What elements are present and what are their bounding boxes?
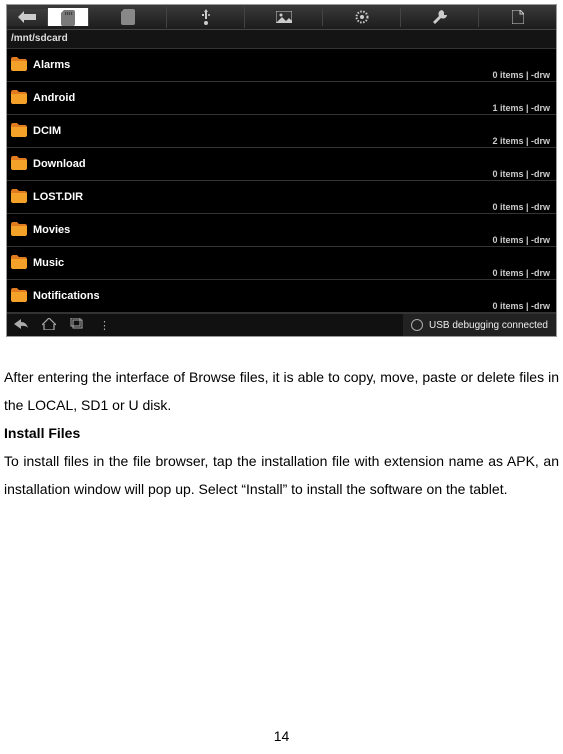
path-breadcrumb: /mnt/sdcard bbox=[7, 30, 556, 49]
system-navbar: ⋮ USB debugging connected bbox=[7, 313, 556, 336]
folder-row[interactable]: Music 0 items | -drw bbox=[7, 247, 556, 280]
folder-name: LOST.DIR bbox=[33, 191, 83, 203]
folder-icon bbox=[11, 255, 27, 272]
folder-meta: 1 items | -drw bbox=[492, 103, 550, 113]
folder-row[interactable]: Android 1 items | -drw bbox=[7, 82, 556, 115]
folder-row[interactable]: Download 0 items | -drw bbox=[7, 148, 556, 181]
folder-name: Alarms bbox=[33, 59, 70, 71]
wrench-icon[interactable] bbox=[401, 8, 479, 27]
folder-icon bbox=[11, 189, 27, 206]
folder-name: Android bbox=[33, 92, 75, 104]
folder-meta: 0 items | -drw bbox=[492, 268, 550, 278]
folder-icon bbox=[11, 156, 27, 173]
folder-row[interactable]: Notifications 0 items | -drw bbox=[7, 280, 556, 313]
folder-name: Music bbox=[33, 257, 64, 269]
folder-meta: 0 items | -drw bbox=[492, 235, 550, 245]
paragraph-1: After entering the interface of Browse f… bbox=[4, 363, 559, 419]
usb-status[interactable]: USB debugging connected bbox=[403, 314, 556, 336]
sysnav-menu-icon[interactable]: ⋮ bbox=[91, 319, 119, 332]
document-text: After entering the interface of Browse f… bbox=[0, 337, 563, 503]
sysnav-home-icon[interactable] bbox=[35, 318, 63, 333]
folder-meta: 0 items | -drw bbox=[492, 169, 550, 179]
back-button[interactable] bbox=[7, 9, 48, 26]
folder-icon bbox=[11, 90, 27, 107]
folder-meta: 0 items | -drw bbox=[492, 202, 550, 212]
folder-icon bbox=[11, 222, 27, 239]
folder-meta: 2 items | -drw bbox=[492, 136, 550, 146]
android-screenshot: /mnt/sdcard Alarms 0 items | -drw Android 1… bbox=[6, 4, 557, 337]
sd-card-icon[interactable] bbox=[48, 8, 89, 26]
usb-status-label: USB debugging connected bbox=[429, 320, 548, 331]
folder-name: Notifications bbox=[33, 290, 100, 302]
settings-gear-icon[interactable] bbox=[323, 8, 401, 27]
folder-row[interactable]: Alarms 0 items | -drw bbox=[7, 49, 556, 82]
folder-icon bbox=[11, 57, 27, 74]
folder-meta: 0 items | -drw bbox=[492, 301, 550, 311]
folder-row[interactable]: DCIM 2 items | -drw bbox=[7, 115, 556, 148]
image-icon[interactable] bbox=[245, 9, 323, 26]
document-icon[interactable] bbox=[479, 8, 556, 27]
sysnav-back-icon[interactable] bbox=[7, 319, 35, 332]
folder-name: Download bbox=[33, 158, 86, 170]
sysnav-recent-icon[interactable] bbox=[63, 318, 91, 333]
folder-name: Movies bbox=[33, 224, 70, 236]
folder-name: DCIM bbox=[33, 125, 61, 137]
folder-row[interactable]: LOST.DIR 0 items | -drw bbox=[7, 181, 556, 214]
usb-icon[interactable] bbox=[167, 7, 245, 28]
folder-icon bbox=[11, 288, 27, 305]
page-number: 14 bbox=[0, 728, 563, 744]
folder-icon bbox=[11, 123, 27, 140]
sd-card-icon-2[interactable] bbox=[89, 7, 167, 28]
paragraph-2: To install files in the file browser, ta… bbox=[4, 447, 559, 503]
file-list: Alarms 0 items | -drw Android 1 items | -dr… bbox=[7, 49, 556, 313]
heading-install-files: Install Files bbox=[4, 419, 559, 447]
toolbar bbox=[7, 5, 556, 30]
folder-row[interactable]: Movies 0 items | -drw bbox=[7, 214, 556, 247]
folder-meta: 0 items | -drw bbox=[492, 70, 550, 80]
